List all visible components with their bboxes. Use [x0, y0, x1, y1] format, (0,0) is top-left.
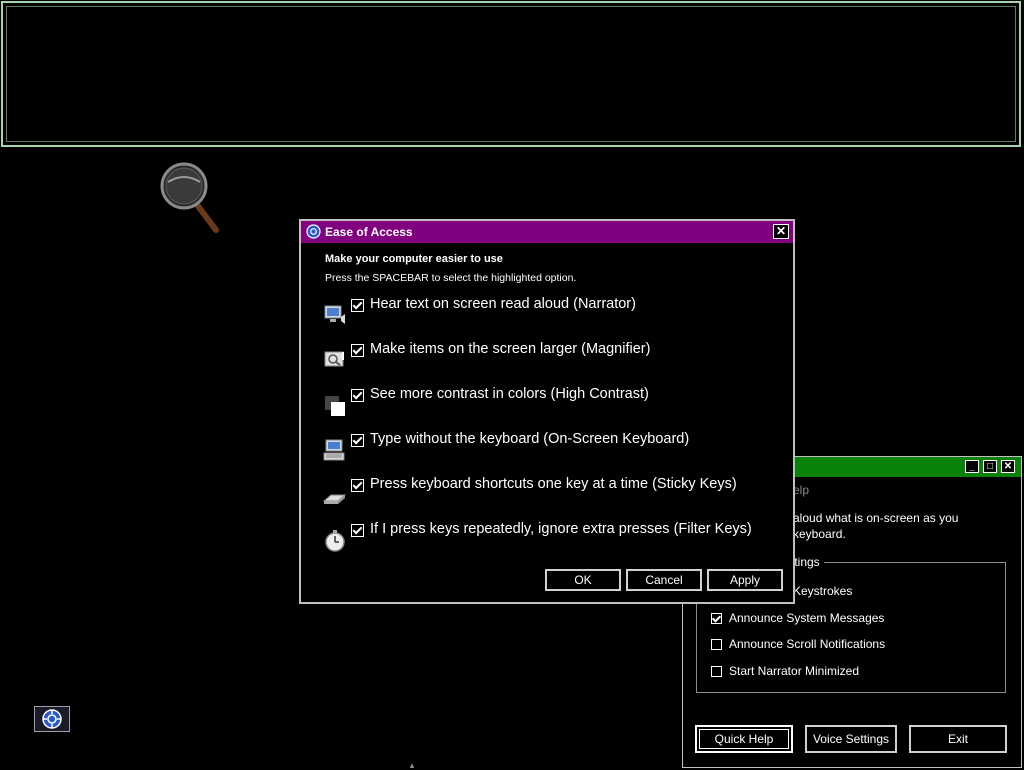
ease-of-access-icon: [306, 224, 321, 239]
maximize-button[interactable]: □: [983, 460, 997, 473]
filter-keys-checkbox[interactable]: [351, 524, 364, 537]
close-button[interactable]: ✕: [1001, 460, 1015, 473]
option-narrator[interactable]: Hear text on screen read aloud (Narrator…: [323, 296, 783, 335]
filter-keys-icon: [325, 530, 345, 552]
announce-system-messages-checkbox[interactable]: [711, 612, 722, 624]
minimize-button[interactable]: _: [965, 460, 979, 473]
magnifier-checkbox[interactable]: [351, 344, 364, 357]
on-screen-keyboard-checkbox[interactable]: [351, 434, 364, 447]
cancel-button[interactable]: Cancel: [626, 569, 702, 591]
magnifier-option-icon: [324, 351, 344, 367]
echo-keystrokes-option[interactable]: Keystrokes: [793, 584, 852, 598]
ok-button[interactable]: OK: [545, 569, 621, 591]
start-narrator-minimized-option[interactable]: Start Narrator Minimized: [711, 664, 859, 678]
help-menu[interactable]: elp: [793, 483, 809, 497]
start-narrator-minimized-checkbox[interactable]: [711, 665, 722, 677]
apply-button[interactable]: Apply: [707, 569, 783, 591]
cursor-mark: ▲: [408, 761, 416, 770]
option-sticky-keys[interactable]: Press keyboard shortcuts one key at a ti…: [323, 476, 783, 515]
announce-scroll-notifications-option[interactable]: Announce Scroll Notifications: [711, 637, 885, 651]
high-contrast-checkbox[interactable]: [351, 389, 364, 402]
close-button[interactable]: ✕: [773, 224, 789, 239]
magnifier-icon[interactable]: [158, 162, 222, 234]
announce-system-messages-option[interactable]: Announce System Messages: [711, 611, 884, 625]
option-magnifier[interactable]: Make items on the screen larger (Magnifi…: [323, 341, 783, 380]
narrator-checkbox[interactable]: [351, 299, 364, 312]
option-on-screen-keyboard[interactable]: Type without the keyboard (On-Screen Key…: [323, 431, 783, 470]
dialog-instructions: Press the SPACEBAR to select the highlig…: [325, 272, 577, 284]
ease-of-access-title-bar: Ease of Access ✕: [301, 221, 793, 243]
exit-button[interactable]: Exit: [909, 725, 1007, 753]
announce-scroll-notifications-checkbox[interactable]: [711, 638, 722, 650]
sticky-keys-checkbox[interactable]: [351, 479, 364, 492]
on-screen-keyboard-icon: [323, 439, 345, 461]
option-high-contrast[interactable]: See more contrast in colors (High Contra…: [323, 386, 783, 425]
option-filter-keys[interactable]: If I press keys repeatedly, ignore extra…: [323, 521, 783, 560]
sticky-keys-icon: [323, 494, 347, 504]
quick-help-button[interactable]: Quick Help: [695, 725, 793, 753]
dialog-heading: Make your computer easier to use: [325, 253, 503, 265]
dialog-title: Ease of Access: [325, 225, 413, 239]
high-contrast-icon: [325, 396, 345, 416]
narrator-description: aloud what is on-screen as you keyboard.: [793, 511, 959, 541]
ease-of-access-tray-icon[interactable]: [34, 706, 70, 732]
narrator-icon: [324, 305, 345, 324]
ease-of-access-dialog: Ease of Access ✕ Make your computer easi…: [299, 219, 795, 604]
magnifier-dock-view: [1, 1, 1021, 147]
voice-settings-button[interactable]: Voice Settings: [805, 725, 897, 753]
